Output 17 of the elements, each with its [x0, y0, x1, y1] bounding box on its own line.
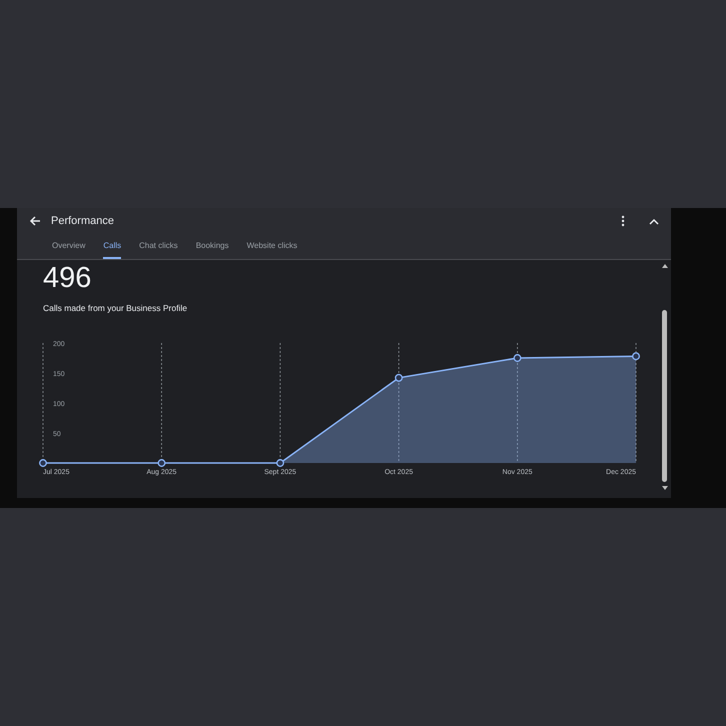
scrollbar[interactable]	[661, 264, 668, 490]
data-point[interactable]	[276, 459, 284, 467]
page-title: Performance	[51, 215, 114, 227]
data-point[interactable]	[394, 374, 403, 382]
data-point[interactable]	[632, 352, 640, 360]
tab[interactable]: Overview	[52, 236, 86, 259]
data-point[interactable]	[158, 459, 166, 467]
tab[interactable]: Bookings	[196, 236, 229, 259]
back-arrow-icon[interactable]	[29, 215, 41, 227]
collapse-chevron-icon[interactable]	[649, 218, 659, 224]
more-options-icon[interactable]	[621, 215, 625, 227]
tab[interactable]: Website clicks	[246, 236, 298, 259]
metric-value: 496	[42, 262, 92, 295]
tab[interactable]: Chat clicks	[139, 236, 178, 259]
data-point[interactable]	[39, 459, 47, 467]
data-point[interactable]	[513, 354, 522, 362]
metric-caption: Calls made from your Business Profile	[42, 302, 188, 313]
